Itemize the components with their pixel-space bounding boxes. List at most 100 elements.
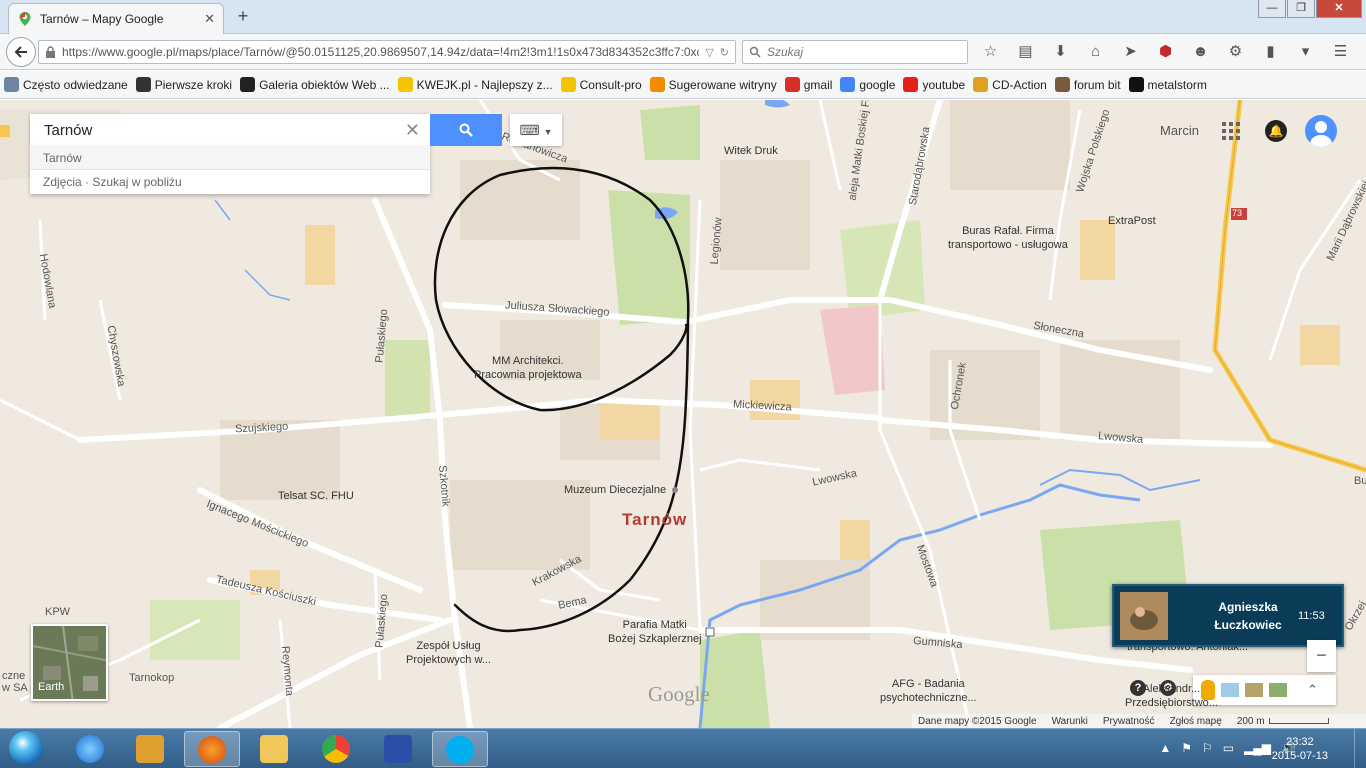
poi-label[interactable]: Parafia Matki Bożej Szkaplerznej	[608, 618, 702, 646]
send-icon[interactable]: ➤	[1118, 42, 1143, 62]
bookmark-item[interactable]: metalstorm	[1128, 77, 1207, 92]
user-name[interactable]: Marcin	[1160, 123, 1199, 138]
street-label: Bu	[1354, 475, 1366, 487]
earth-view-toggle[interactable]: Earth	[31, 624, 108, 701]
street-label: w SA	[2, 682, 28, 694]
bookmark-star-icon[interactable]: ☆	[978, 42, 1003, 62]
taskbar-media-player[interactable]	[122, 731, 178, 767]
taskbar-firefox[interactable]	[184, 731, 240, 767]
avatar[interactable]	[1305, 115, 1337, 147]
map-canvas[interactable]: Juliusza Słowackiego Mickiewicza Szujski…	[0, 100, 1366, 728]
clear-search-icon[interactable]: ✕	[405, 120, 420, 141]
poi-label[interactable]: MM Architekci. Pracownia projektowa	[474, 354, 582, 382]
extension-icon[interactable]: ⚙	[1223, 42, 1248, 62]
park-area	[150, 600, 240, 660]
keyboard-button[interactable]: ⌨ ▼	[510, 114, 562, 146]
maps-search-input[interactable]	[44, 121, 394, 139]
maps-search-box[interactable]: ✕	[30, 114, 430, 146]
scale-bar[interactable]: 200 m	[1237, 716, 1329, 727]
back-arrow-icon	[14, 46, 27, 58]
taskbar-skype[interactable]	[432, 731, 488, 767]
bookmark-item[interactable]: Consult-pro	[560, 77, 642, 92]
minimize-button[interactable]: —	[1258, 0, 1286, 18]
network-icon[interactable]: ▂▄▆	[1244, 741, 1271, 755]
bookmark-label: Consult-pro	[579, 77, 642, 92]
browser-tab[interactable]: Tarnów – Mapy Google ✕	[8, 3, 224, 34]
bookmark-item[interactable]: CD-Action	[973, 77, 1047, 92]
clipboard-icon[interactable]: ▮	[1258, 42, 1283, 62]
bookmark-label: Galeria obiektów Web ...	[259, 77, 390, 92]
skype-notification[interactable]: Agnieszka Łuczkowiec 11:53	[1112, 584, 1344, 647]
bookmark-item[interactable]: Galeria obiektów Web ...	[240, 77, 390, 92]
hospital-area	[820, 305, 885, 395]
home-icon[interactable]: ⌂	[1083, 42, 1108, 62]
reload-icon[interactable]: ↻	[720, 46, 729, 59]
url-bar[interactable]: https://www.google.pl/maps/place/Tarnów/…	[38, 40, 736, 64]
windows-flag-icon[interactable]: ⚑	[1181, 741, 1192, 755]
zoom-out-button[interactable]: −	[1307, 640, 1336, 672]
window-controls: — ❐ ✕	[1258, 0, 1362, 18]
bookmark-item[interactable]: youtube	[903, 77, 965, 92]
poi-label[interactable]: Buras Rafał. Firma transportowo - usługo…	[948, 224, 1068, 252]
taskbar-explorer[interactable]	[246, 731, 302, 767]
dropdown-icon[interactable]: ▾	[1293, 42, 1318, 62]
back-button[interactable]	[6, 37, 36, 67]
layer-thumbnail[interactable]	[1245, 683, 1263, 697]
bookmark-item[interactable]: forum bit	[1054, 77, 1121, 92]
restore-button[interactable]: ❐	[1287, 0, 1315, 18]
downloads-icon[interactable]: ⬇	[1048, 42, 1073, 62]
adblock-icon[interactable]: ⬢	[1153, 42, 1178, 62]
google-logo: Google	[648, 682, 710, 706]
privacy-link[interactable]: Prywatność	[1103, 716, 1155, 727]
notifications-bell-icon[interactable]: 🔔	[1265, 120, 1287, 142]
route-badge: 73	[1232, 208, 1243, 218]
action-center-icon[interactable]: ⚐	[1202, 741, 1213, 755]
bookmark-item[interactable]: Pierwsze kroki	[135, 77, 232, 92]
terms-link[interactable]: Warunki	[1052, 716, 1088, 727]
battery-icon[interactable]: ▭	[1223, 741, 1234, 755]
poi-label[interactable]: Muzeum Diecezjalne	[564, 483, 666, 497]
poi-label[interactable]: ExtraPost	[1108, 214, 1156, 228]
suggestion-item[interactable]: Tarnów	[30, 146, 430, 170]
taskbar-save[interactable]	[370, 731, 426, 767]
layer-thumbnail[interactable]	[1221, 683, 1239, 697]
taskbar-chrome[interactable]	[308, 731, 364, 767]
suggestion-item[interactable]: Zdjęcia · Szukaj w pobliżu	[30, 170, 430, 194]
apps-grid-icon[interactable]	[1222, 122, 1240, 140]
poi-label[interactable]: Zespół Usług Projektowych w...	[406, 639, 491, 667]
expand-chevron-icon[interactable]: ⌃	[1307, 682, 1318, 698]
layer-thumbnail[interactable]	[1269, 683, 1287, 697]
park-area	[700, 630, 770, 728]
url-dropdown-icon[interactable]: ▽	[705, 46, 713, 59]
poi-label[interactable]: Aleksandr... Przedsiębiorstwo...	[1125, 682, 1218, 710]
new-tab-button[interactable]: +	[232, 6, 254, 28]
browser-search-input[interactable]	[767, 45, 957, 59]
search-button[interactable]	[430, 114, 502, 146]
browser-search-bar[interactable]	[742, 40, 968, 64]
taskbar-ie[interactable]	[62, 731, 118, 767]
street-label: czne	[2, 670, 26, 682]
start-button[interactable]	[6, 731, 46, 767]
bookmark-item[interactable]: google	[840, 77, 895, 92]
show-desktop-button[interactable]	[1354, 729, 1366, 768]
bookmark-label: Często odwiedzane	[23, 77, 128, 92]
bookmark-item[interactable]: Często odwiedzane	[4, 77, 128, 92]
bookmark-item[interactable]: KWEJK.pl - Najlepszy z...	[397, 77, 553, 92]
contact-photo	[1120, 592, 1168, 640]
close-window-button[interactable]: ✕	[1316, 0, 1362, 18]
reading-list-icon[interactable]: ▤	[1013, 42, 1038, 62]
tab-title: Tarnów – Mapy Google	[40, 12, 164, 26]
poi-label[interactable]: Witek Druk	[724, 144, 778, 158]
poi-label[interactable]: Telsat SC. FHU	[278, 489, 354, 503]
url-text[interactable]: https://www.google.pl/maps/place/Tarnów/…	[62, 45, 699, 59]
chat-icon[interactable]: ☻	[1188, 42, 1213, 62]
bookmark-label: Sugerowane witryny	[668, 77, 777, 92]
bookmark-item[interactable]: gmail	[784, 77, 832, 92]
bookmark-item[interactable]: Sugerowane witryny	[649, 77, 777, 92]
report-map-link[interactable]: Zgłoś mapę	[1170, 716, 1222, 727]
system-clock[interactable]: 23:32 2015-07-13	[1272, 735, 1328, 763]
poi-label[interactable]: AFG - Badania psychotechniczne...	[880, 677, 977, 705]
menu-icon[interactable]: ☰	[1328, 42, 1353, 62]
tab-close-icon[interactable]: ✕	[204, 11, 215, 27]
tray-expand-icon[interactable]: ▲	[1159, 741, 1171, 755]
